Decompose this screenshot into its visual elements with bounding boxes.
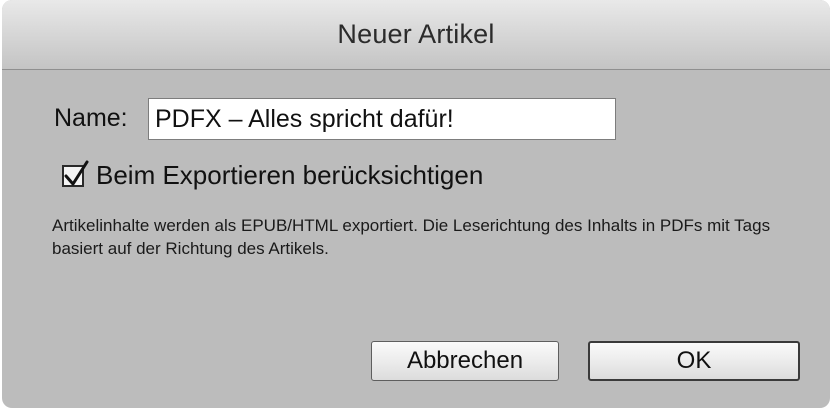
name-input[interactable] — [148, 98, 616, 140]
description-text: Artikelinhalte werden als EPUB/HTML expo… — [52, 216, 771, 258]
name-label: Name: — [54, 104, 128, 132]
cancel-button[interactable]: Abbrechen — [371, 341, 559, 381]
new-article-dialog: Neuer Artikel Name: Beim Exportieren ber… — [2, 0, 830, 408]
export-checkbox-label: Beim Exportieren berücksichtigen — [96, 160, 484, 190]
dialog-titlebar[interactable]: Neuer Artikel — [2, 0, 830, 70]
export-checkbox[interactable] — [62, 160, 89, 187]
checkmark-icon — [64, 160, 89, 185]
ok-button[interactable]: OK — [588, 341, 800, 381]
export-checkbox-row[interactable]: Beim Exportieren berücksichtigen — [62, 160, 483, 191]
dialog-title: Neuer Artikel — [337, 19, 495, 49]
